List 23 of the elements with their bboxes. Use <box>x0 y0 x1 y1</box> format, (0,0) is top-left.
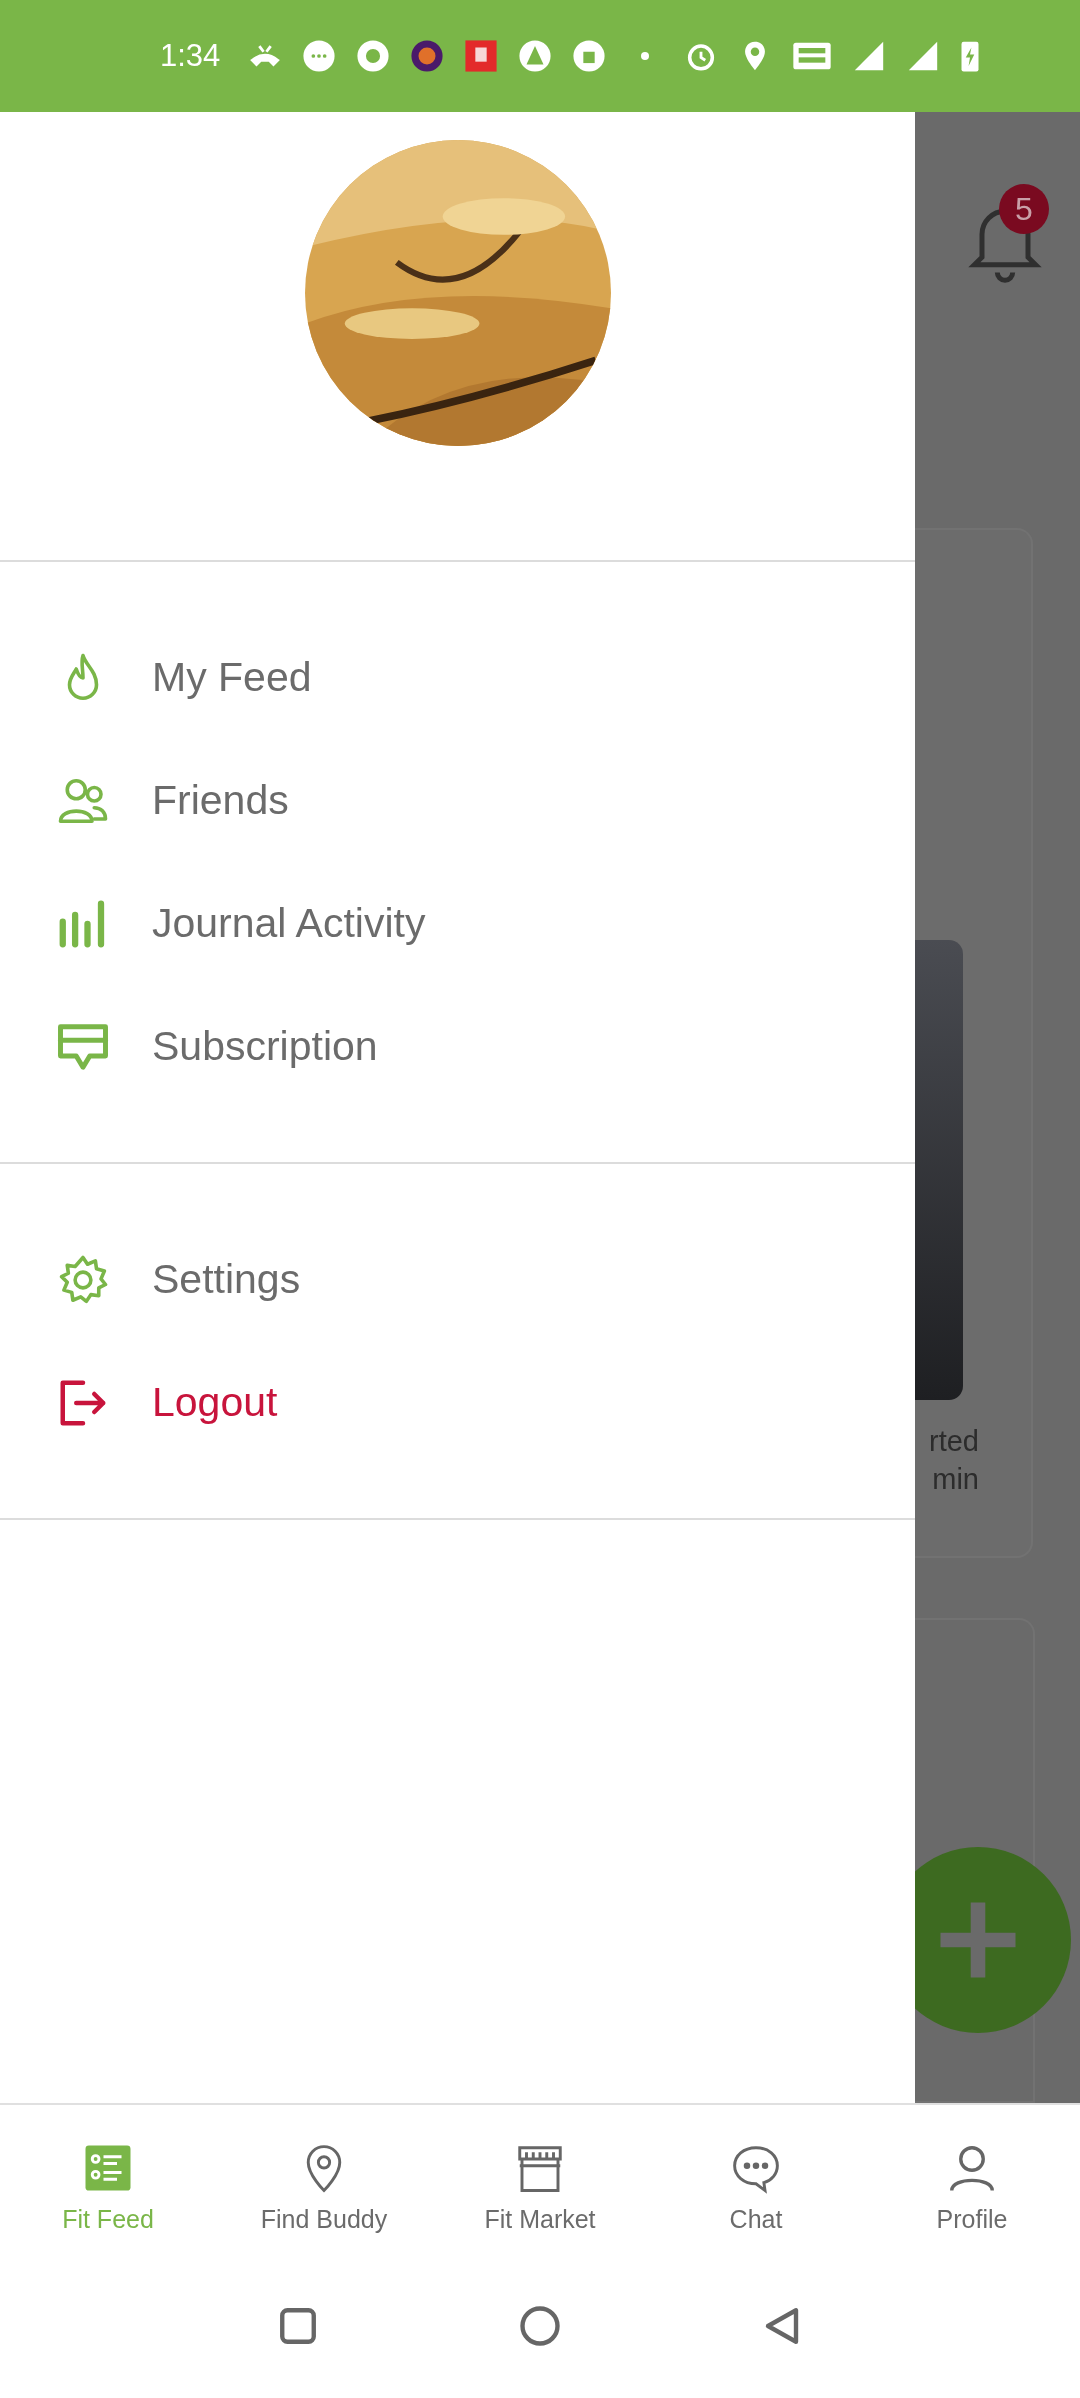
app-icon <box>464 39 499 73</box>
app-icon <box>410 39 445 73</box>
home-button[interactable] <box>519 2305 561 2347</box>
message-icon <box>302 39 337 73</box>
nav-tab[interactable]: Fit Market <box>432 2105 648 2270</box>
drawer-menu-item[interactable]: My Feed <box>0 616 312 739</box>
battery-icon <box>960 39 981 73</box>
app-icon <box>518 39 553 73</box>
dot-icon <box>640 51 651 61</box>
notification-badge: 5 <box>999 184 1049 234</box>
drawer-menu-item[interactable]: Logout <box>0 1341 278 1464</box>
app-icon <box>356 39 391 73</box>
nav-tab[interactable]: Profile <box>864 2105 1080 2270</box>
drawer-menu-item[interactable]: Settings <box>0 1218 301 1341</box>
nav-tab[interactable]: Chat <box>648 2105 864 2270</box>
nav-tab[interactable]: Find Buddy <box>216 2105 432 2270</box>
recents-button[interactable] <box>277 2305 319 2347</box>
card-text: min <box>932 1462 979 1497</box>
card-text: rted <box>929 1424 979 1459</box>
drawer-menu-item[interactable]: Friends <box>0 739 289 862</box>
drawer-menu-item[interactable]: Subscription <box>0 985 378 1108</box>
clock: 1:34 <box>160 38 221 74</box>
drawer-menu-item[interactable]: Journal Activity <box>0 862 426 985</box>
